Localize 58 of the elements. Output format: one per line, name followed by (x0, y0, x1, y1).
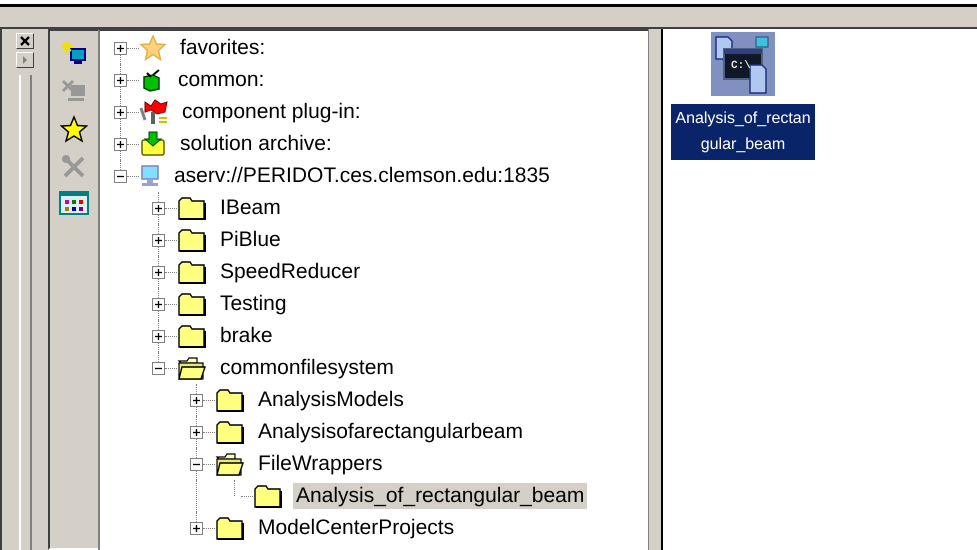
expand-toggle[interactable] (114, 42, 127, 54)
expand-toggle[interactable] (152, 202, 165, 214)
file-label[interactable]: Analysis_of_rectangular_beam (671, 104, 815, 160)
folder-icon (215, 387, 245, 413)
expand-toggle[interactable] (190, 394, 203, 406)
tree-item[interactable]: component plug-in: (179, 99, 364, 125)
folder-icon (177, 323, 207, 349)
expand-toggle[interactable] (190, 426, 203, 438)
open-folder-icon (215, 451, 245, 477)
archive-tray-icon (139, 131, 167, 157)
color-grid-icon[interactable] (59, 191, 89, 215)
folder-icon (177, 227, 207, 253)
folder-icon (215, 515, 245, 541)
tree-item[interactable]: FileWrappers (255, 451, 386, 477)
right-triangle-icon (21, 55, 29, 65)
expand-toggle[interactable] (152, 330, 165, 342)
close-button[interactable] (16, 33, 34, 49)
expand-toggle[interactable] (114, 74, 127, 86)
tree-item[interactable]: SpeedReducer (217, 259, 364, 285)
tree-item[interactable]: solution archive: (177, 131, 335, 157)
plug-icon (139, 98, 169, 126)
collapse-toggle[interactable] (114, 170, 127, 182)
tree-item[interactable]: Testing (217, 291, 290, 317)
expand-toggle[interactable] (190, 522, 203, 534)
collapse-toggle[interactable] (152, 362, 165, 374)
tree-item[interactable]: Analysis_of_rectangular_beam (293, 483, 588, 509)
collapse-toggle[interactable] (190, 458, 203, 470)
expand-toggle[interactable] (114, 138, 127, 150)
tree-item[interactable]: Analysisofarectangularbeam (255, 419, 526, 445)
splitter-handle[interactable] (648, 29, 663, 550)
computer-sparkle-icon[interactable] (60, 39, 88, 67)
star-icon[interactable] (60, 115, 88, 143)
tree-item[interactable]: ModelCenterProjects (255, 515, 458, 541)
folder-icon (253, 483, 283, 509)
star-icon (139, 35, 167, 61)
folder-icon (177, 259, 207, 285)
tree-item[interactable]: aserv://PERIDOT.ces.clemson.edu:1835 (171, 163, 553, 189)
console-program-icon[interactable]: C:\ (711, 32, 775, 96)
folder-icon (177, 291, 207, 317)
folder-icon (177, 195, 207, 221)
expand-toggle[interactable] (114, 106, 127, 118)
open-folder-icon (177, 355, 207, 381)
folder-icon (215, 419, 245, 445)
tree-item[interactable]: common: (175, 67, 268, 93)
computer-icon (139, 164, 161, 188)
tree-item[interactable]: favorites: (177, 35, 268, 61)
tree-item[interactable]: IBeam (217, 195, 284, 221)
tree-item[interactable]: AnalysisModels (255, 387, 407, 413)
grip-handle[interactable] (18, 75, 32, 550)
tree-item[interactable]: commonfilesystem (217, 355, 397, 381)
expand-toggle[interactable] (152, 266, 165, 278)
close-icon (19, 35, 31, 47)
tree-item[interactable]: brake (217, 323, 276, 349)
expand-toggle[interactable] (152, 298, 165, 310)
arrow-button[interactable] (16, 52, 34, 68)
expand-toggle[interactable] (152, 234, 165, 246)
icon-caption: C:\ (731, 60, 751, 72)
tree-item[interactable]: PiBlue (217, 227, 284, 253)
